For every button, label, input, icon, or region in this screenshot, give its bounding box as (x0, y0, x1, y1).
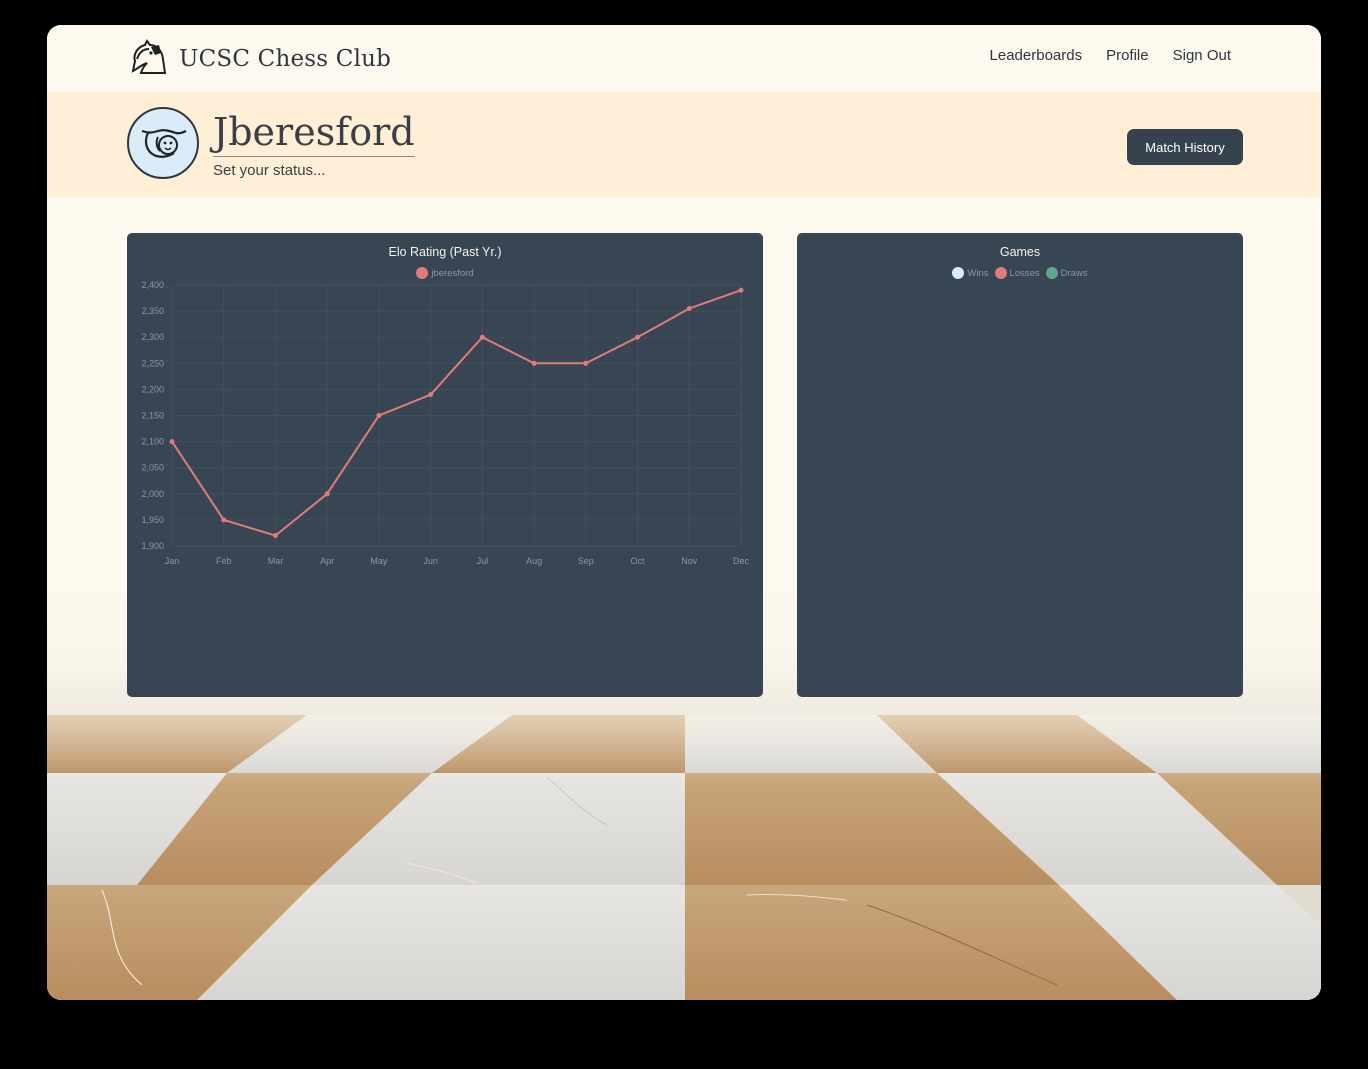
data-point (635, 334, 641, 340)
legend-label: Wins (967, 267, 989, 279)
y-tick-label: 2,250 (141, 358, 164, 368)
data-point (531, 360, 537, 366)
x-tick-label: Jan (165, 556, 180, 566)
data-point (583, 360, 589, 366)
y-tick-label: 2,350 (141, 306, 164, 316)
profile-username: Jberesford (213, 110, 415, 157)
legend-item-draws[interactable]: Draws (1045, 267, 1088, 279)
y-tick-label: 2,300 (141, 332, 164, 342)
match-history-button[interactable]: Match History (1127, 129, 1243, 165)
data-point (169, 439, 175, 445)
x-tick-label: Mar (268, 556, 284, 566)
data-point (221, 517, 227, 523)
x-tick-label: Aug (526, 556, 542, 566)
data-point (272, 533, 278, 539)
data-point (324, 491, 330, 497)
legend-label: Draws (1060, 267, 1088, 279)
y-tick-label: 1,950 (141, 515, 164, 525)
data-point (376, 413, 382, 418)
y-tick-label: 2,100 (141, 437, 164, 447)
sloth-avatar-icon (141, 129, 187, 158)
legend-swatch (994, 267, 1007, 279)
x-tick-label: Apr (320, 556, 334, 566)
games-chart-panel: Games Wins Losses Draws (797, 233, 1243, 697)
data-point (479, 334, 485, 340)
series-line-jberesford (171, 289, 742, 537)
profile-banner: Jberesford Match History (47, 92, 1321, 197)
elo-line-chart: 2,400 2,350 2,300 2,250 2,200 2,150 2,100 2,050… (141, 280, 750, 566)
main-nav: Leaderboards Profile Sign Out (990, 47, 1231, 64)
data-point (686, 305, 692, 311)
y-tick-label: 2,400 (141, 280, 164, 290)
x-tick-label: Feb (216, 556, 232, 566)
nav-leaderboards-link[interactable]: Leaderboards (990, 47, 1083, 64)
y-tick-label: 2,000 (141, 489, 164, 499)
x-tick-label: Jul (477, 556, 489, 566)
brand-title: UCSC Chess Club (179, 46, 392, 72)
top-navbar: UCSC Chess Club Leaderboards Profile Sig… (47, 25, 1321, 92)
x-tick-label: Oct (631, 556, 646, 566)
y-tick-label: 2,050 (141, 463, 164, 473)
x-tick-label: Dec (733, 556, 750, 566)
legend-swatch (952, 267, 965, 279)
status-input[interactable] (213, 162, 403, 179)
legend-label: Losses (1009, 267, 1040, 279)
y-tick-label: 2,200 (141, 384, 164, 394)
x-tick-label: May (370, 556, 388, 566)
avatar[interactable] (127, 107, 199, 179)
legend-item-losses[interactable]: Losses (994, 267, 1040, 279)
x-tick-label: Jun (423, 556, 438, 566)
elo-chart-panel: Elo Rating (Past Yr.) jberesford 2,400 2,… (127, 233, 763, 697)
knight-logo-icon (127, 37, 169, 81)
brand[interactable]: UCSC Chess Club (127, 37, 391, 81)
app-window: UCSC Chess Club Leaderboards Profile Sig… (47, 25, 1321, 1000)
games-chart-title: Games (999, 245, 1041, 259)
data-point (738, 287, 744, 293)
y-tick-label: 1,900 (141, 541, 164, 551)
y-tick-label: 2,150 (141, 411, 164, 421)
x-tick-label: Sep (578, 556, 594, 566)
nav-profile-link[interactable]: Profile (1106, 47, 1149, 64)
games-chart-legend: Wins Losses Draws (797, 267, 1243, 279)
legend-swatch (1045, 267, 1058, 279)
legend-item-wins[interactable]: Wins (952, 267, 989, 279)
data-point (428, 392, 434, 398)
x-tick-label: Nov (681, 556, 698, 566)
nav-sign-out-link[interactable]: Sign Out (1173, 47, 1231, 64)
